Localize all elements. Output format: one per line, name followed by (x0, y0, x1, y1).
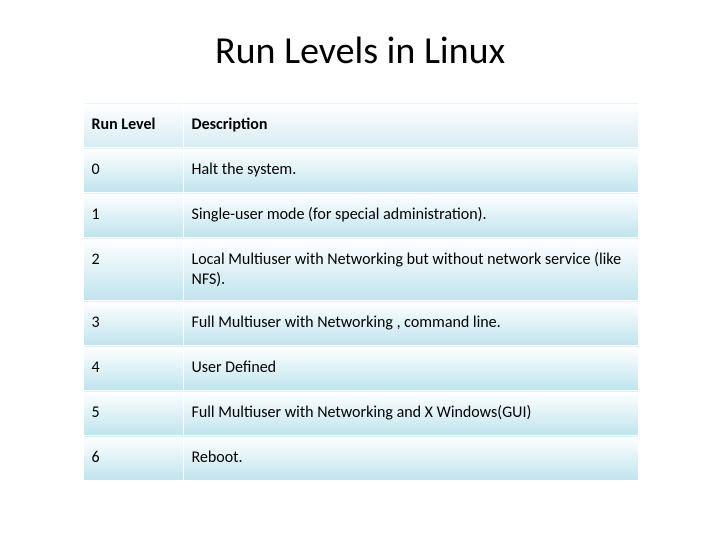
table-header-row: Run Level Description (83, 103, 638, 148)
runlevel-table: Run Level Description 0 Halt the system.… (83, 102, 639, 481)
cell-level: 0 (83, 148, 183, 193)
header-run-level: Run Level (83, 103, 183, 148)
cell-level: 4 (83, 346, 183, 391)
table-row: 2 Local Multiuser with Networking but wi… (83, 238, 638, 301)
table-row: 0 Halt the system. (83, 148, 638, 193)
cell-level: 2 (83, 238, 183, 301)
cell-desc: User Defined (183, 346, 638, 391)
page-title: Run Levels in Linux (50, 28, 670, 74)
table-row: 1 Single-user mode (for special administ… (83, 193, 638, 238)
table-row: 3 Full Multiuser with Networking , comma… (83, 301, 638, 346)
cell-desc: Full Multiuser with Networking , command… (183, 301, 638, 346)
cell-desc: Full Multiuser with Networking and X Win… (183, 391, 638, 436)
runlevel-table-container: Run Level Description 0 Halt the system.… (83, 102, 638, 481)
cell-desc: Local Multiuser with Networking but with… (183, 238, 638, 301)
cell-desc: Halt the system. (183, 148, 638, 193)
header-description: Description (183, 103, 638, 148)
table-row: 4 User Defined (83, 346, 638, 391)
table-row: 5 Full Multiuser with Networking and X W… (83, 391, 638, 436)
cell-level: 6 (83, 436, 183, 481)
cell-level: 3 (83, 301, 183, 346)
cell-level: 1 (83, 193, 183, 238)
table-row: 6 Reboot. (83, 436, 638, 481)
cell-desc: Single-user mode (for special administra… (183, 193, 638, 238)
cell-desc: Reboot. (183, 436, 638, 481)
cell-level: 5 (83, 391, 183, 436)
